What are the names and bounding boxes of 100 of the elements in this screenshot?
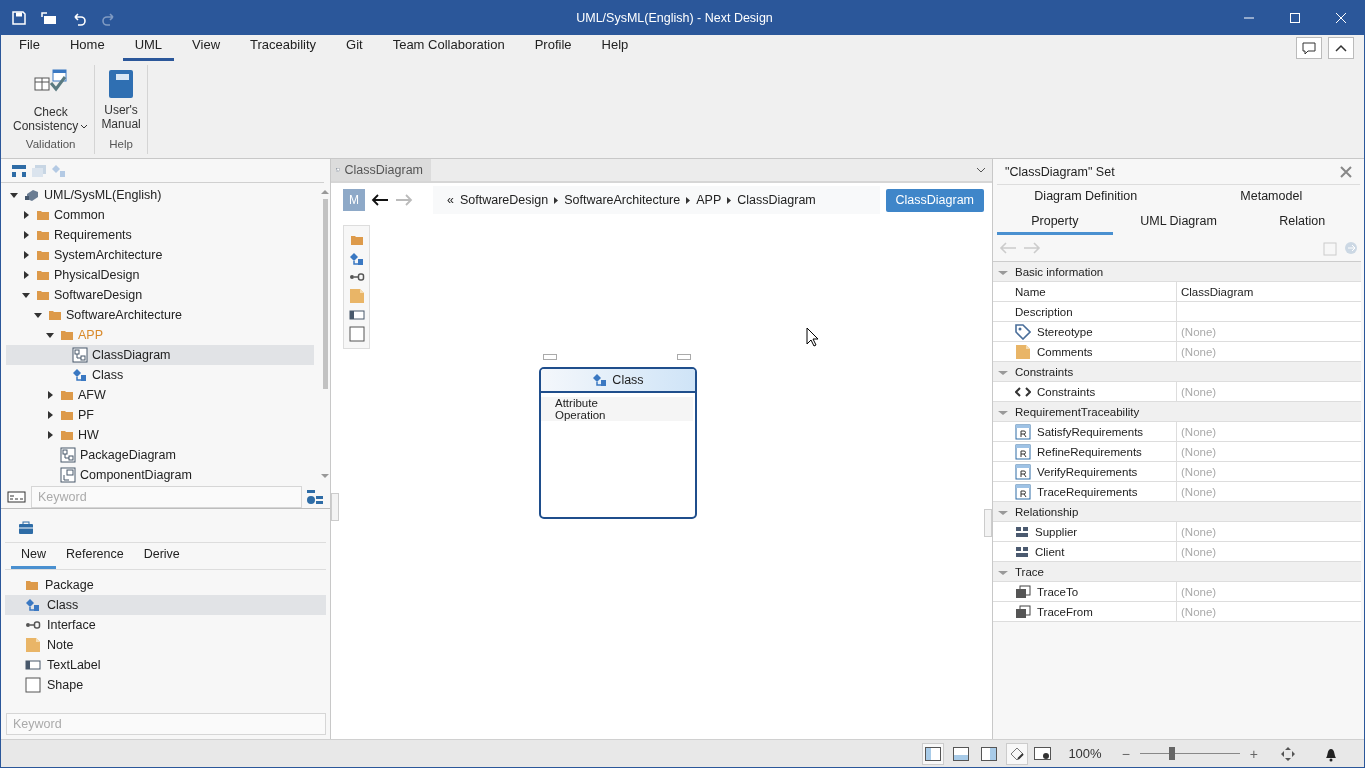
toolbox-icon[interactable] bbox=[18, 520, 34, 535]
tree-item[interactable]: SoftwareDesign bbox=[6, 285, 314, 305]
property-name: Description bbox=[1015, 305, 1073, 318]
tree-item[interactable]: HW bbox=[6, 425, 314, 445]
ribbon-button[interactable]: User's Manual bbox=[101, 69, 141, 134]
search-field[interactable]: Keyword bbox=[6, 713, 326, 735]
class-node[interactable]: Class Attribute Operation bbox=[539, 367, 697, 519]
property-name: VerifyRequirements bbox=[1037, 465, 1138, 478]
toolbox-tab[interactable]: New bbox=[11, 543, 56, 569]
collapse-arrow-icon[interactable] bbox=[34, 311, 42, 319]
requirement-icon bbox=[1015, 483, 1031, 500]
tree-item[interactable]: Requirements bbox=[6, 225, 314, 245]
collapse-arrow-icon[interactable] bbox=[46, 331, 54, 339]
tree-item[interactable]: PackageDiagram bbox=[6, 445, 314, 465]
expand-arrow-icon[interactable] bbox=[22, 211, 30, 219]
filter-info-icon[interactable] bbox=[306, 488, 324, 505]
expand-arrow-icon[interactable] bbox=[22, 231, 30, 239]
section-header[interactable]: Trace bbox=[993, 562, 1361, 582]
collapse-handle[interactable] bbox=[984, 509, 992, 537]
property-name: TraceFrom bbox=[1037, 605, 1093, 618]
toolbox-item[interactable]: Shape bbox=[5, 675, 326, 695]
menu-tab[interactable]: Profile bbox=[522, 35, 584, 61]
hierarchy-icon[interactable] bbox=[11, 163, 27, 178]
mouse-pointer-icon bbox=[806, 327, 820, 347]
text-search-icon[interactable] bbox=[7, 488, 27, 505]
layout-button[interactable] bbox=[1006, 742, 1029, 765]
menu-tab[interactable]: UML bbox=[122, 35, 175, 61]
tree-item[interactable]: AFW bbox=[6, 385, 314, 405]
menu-tab[interactable]: Help bbox=[589, 35, 641, 61]
tree-item[interactable]: PhysicalDesign bbox=[6, 265, 314, 285]
slider-thumb[interactable] bbox=[1168, 746, 1175, 760]
section-header[interactable]: Basic information bbox=[993, 262, 1361, 282]
toolbox-tab[interactable]: Derive bbox=[133, 543, 190, 569]
document-tab[interactable]: ClassDiagram bbox=[331, 159, 431, 181]
stacked-pages-icon bbox=[1015, 604, 1031, 619]
tree-item[interactable]: SystemArchitecture bbox=[6, 245, 314, 265]
comment-icon[interactable] bbox=[1296, 37, 1322, 59]
resize-handle[interactable] bbox=[543, 354, 557, 360]
toolbox-item[interactable]: TextLabel bbox=[5, 655, 326, 675]
layout-button[interactable] bbox=[922, 742, 945, 765]
menu-tab[interactable]: File bbox=[7, 35, 52, 61]
zoom-in-button[interactable]: + bbox=[1245, 745, 1262, 762]
diagram-icon bbox=[60, 447, 76, 463]
menu-tab[interactable]: Team Collaboration bbox=[380, 35, 517, 61]
breadcrumb-item[interactable]: SoftwareDesign bbox=[459, 193, 549, 207]
expand-arrow-icon[interactable] bbox=[22, 251, 30, 259]
expand-arrow-icon[interactable] bbox=[46, 411, 54, 419]
expand-arrow-icon[interactable] bbox=[22, 271, 30, 279]
property-tab[interactable]: UML Diagram bbox=[1120, 210, 1237, 235]
toolbox-item[interactable]: Class bbox=[5, 595, 326, 615]
move-arrows-icon[interactable] bbox=[1280, 745, 1296, 762]
menu-tab[interactable]: Home bbox=[57, 35, 117, 61]
menu-tab[interactable]: Traceability bbox=[238, 35, 329, 61]
toolbox-item[interactable]: Interface bbox=[5, 615, 326, 635]
property-tab[interactable]: Property bbox=[997, 210, 1113, 235]
toolbox-item[interactable]: Note bbox=[5, 635, 326, 655]
tree-item[interactable]: UML/SysML(English) bbox=[6, 185, 314, 205]
tree-item[interactable]: SoftwareArchitecture bbox=[6, 305, 314, 325]
section-header[interactable]: Constraints bbox=[993, 362, 1361, 382]
scroll-down-icon[interactable] bbox=[321, 473, 329, 479]
zoom-out-button[interactable]: − bbox=[1117, 745, 1134, 762]
property-tab[interactable]: Metamodel bbox=[1182, 185, 1360, 210]
scrollbar-thumb[interactable] bbox=[322, 199, 328, 389]
tree-item[interactable]: Class bbox=[6, 365, 314, 385]
diagram-button[interactable]: ClassDiagram bbox=[885, 188, 984, 212]
section-header[interactable]: Relationship bbox=[993, 502, 1361, 522]
menu-tab[interactable]: View bbox=[180, 35, 233, 61]
property-value[interactable]: ClassDiagram bbox=[1177, 282, 1361, 301]
menu-tab[interactable]: Git bbox=[334, 35, 375, 61]
square-icon bbox=[348, 326, 365, 342]
collapse-arrow-icon[interactable] bbox=[22, 291, 30, 299]
tree-item[interactable]: ClassDiagram bbox=[6, 345, 314, 365]
tree-item[interactable]: PF bbox=[6, 405, 314, 425]
property-tab[interactable]: Relation bbox=[1244, 210, 1360, 235]
expand-arrow-icon[interactable] bbox=[46, 431, 54, 439]
expand-arrow-icon[interactable] bbox=[46, 391, 54, 399]
folder-icon bbox=[60, 409, 74, 421]
section-header[interactable]: RequirementTraceability bbox=[993, 402, 1361, 422]
collapse-ribbon-icon[interactable] bbox=[1328, 37, 1354, 59]
toolbox-tab[interactable]: Reference bbox=[56, 543, 134, 569]
panel-layout-icon bbox=[925, 746, 942, 761]
back-arrow-icon[interactable] bbox=[371, 193, 389, 207]
search-field[interactable]: Keyword bbox=[31, 485, 302, 508]
collapse-handle[interactable] bbox=[331, 493, 339, 521]
property-name: Stereotype bbox=[1037, 325, 1093, 338]
breadcrumb-item[interactable]: APP bbox=[696, 193, 722, 207]
window-settings-icon[interactable] bbox=[1034, 746, 1053, 761]
property-tab[interactable]: Diagram Definition bbox=[997, 185, 1175, 210]
close-icon[interactable] bbox=[1340, 165, 1352, 178]
breadcrumb-item[interactable]: ClassDiagram bbox=[737, 193, 816, 207]
resize-handle[interactable] bbox=[677, 354, 691, 360]
collapse-arrow-icon[interactable] bbox=[10, 191, 18, 199]
ribbon-button[interactable]: Check Consistency bbox=[13, 69, 89, 134]
tree-item[interactable]: ComponentDiagram bbox=[6, 465, 314, 485]
breadcrumb-prefix[interactable]: « bbox=[447, 193, 454, 207]
tree-item[interactable]: Common bbox=[6, 205, 314, 225]
chevron-down-icon[interactable] bbox=[976, 166, 986, 174]
breadcrumb-item[interactable]: SoftwareArchitecture bbox=[564, 193, 681, 207]
toolbox-item[interactable]: Package bbox=[5, 575, 326, 595]
scroll-up-icon[interactable] bbox=[321, 189, 329, 195]
